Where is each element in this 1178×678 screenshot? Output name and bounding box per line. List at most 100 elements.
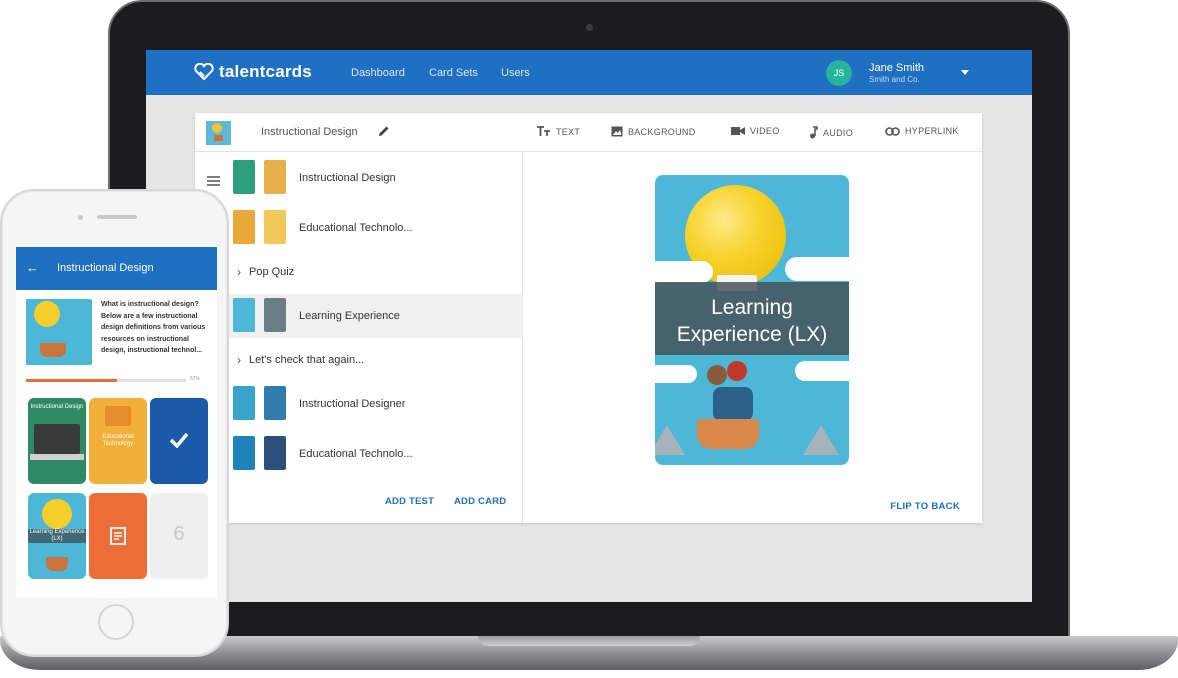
chevron-right-icon: › (237, 353, 241, 367)
app-header: talentcards Dashboard Card Sets Users JS… (146, 50, 1032, 95)
mountain-illustration (803, 425, 839, 455)
cloud-illustration (785, 257, 849, 281)
chevron-down-icon[interactable] (961, 70, 969, 75)
card-thumbnails (231, 436, 289, 472)
add-test-button[interactable]: ADD TEST (385, 496, 434, 507)
tile-label: Instructional Design (30, 404, 84, 410)
hyperlink-tool[interactable]: HYPERLINK (885, 126, 959, 136)
brand-logo[interactable]: talentcards (194, 62, 312, 82)
laptop-keyboard-illustration (30, 454, 84, 460)
list-item[interactable]: Instructional Design (229, 156, 523, 200)
person-illustration (707, 365, 727, 385)
document-icon (110, 527, 126, 545)
tile-number: 6 (173, 523, 185, 545)
phone-speaker (97, 215, 137, 219)
card-preview[interactable]: Learning Experience (LX) (655, 175, 849, 465)
phone-frame: ← Instructional Design What is instructi… (0, 189, 229, 657)
card-thumbnails (231, 210, 289, 246)
nav-users[interactable]: Users (501, 67, 530, 79)
music-note-icon (810, 126, 818, 139)
card-preview-pane: Learning Experience (LX) FLIP TO BACK (524, 153, 982, 523)
card-thumbnails (231, 386, 289, 422)
nav-dashboard[interactable]: Dashboard (351, 67, 405, 79)
audio-tool-label: AUDIO (823, 127, 854, 138)
video-tool[interactable]: VIDEO (731, 126, 780, 136)
progress-label: 57% (190, 376, 201, 382)
editor-toolbar: Instructional Design TEXT BACKGROUND VID… (195, 113, 982, 152)
card-title: Learning Experience (LX) (655, 294, 849, 348)
user-name[interactable]: Jane Smith (869, 62, 924, 74)
laptop-notch (478, 636, 700, 646)
text-tool[interactable]: TEXT (536, 126, 580, 137)
laptop-camera (586, 24, 593, 31)
video-tool-label: VIDEO (750, 126, 780, 136)
user-org: Smith and Co. (869, 75, 920, 84)
person-illustration (727, 361, 747, 381)
laptop-screen: talentcards Dashboard Card Sets Users JS… (146, 50, 1032, 602)
list-item[interactable]: Learning Experience (229, 294, 523, 338)
list-item[interactable]: Instructional Designer (229, 382, 523, 426)
phone-camera (78, 215, 83, 220)
set-cover-image (26, 299, 92, 365)
basket-illustration (46, 557, 68, 571)
list-section[interactable]: › Pop Quiz (229, 257, 523, 287)
laptop-illustration (34, 424, 80, 454)
back-arrow-icon[interactable]: ← (26, 260, 39, 275)
list-section[interactable]: › Let's check that again... (229, 345, 523, 375)
home-button[interactable] (98, 604, 134, 640)
image-icon (611, 126, 623, 137)
list-item-label: Educational Technolo... (299, 448, 413, 460)
cloud-illustration (655, 261, 713, 283)
background-tool-label: BACKGROUND (628, 126, 696, 137)
card-thumbnails (231, 160, 289, 196)
list-item-label: Educational Technolo... (299, 222, 413, 234)
section-label: Let's check that again... (249, 354, 365, 366)
card-tile[interactable]: Educational Technology (89, 398, 147, 484)
tile-label: Learning Experience (LX) (28, 529, 86, 543)
cloud-illustration (795, 361, 849, 381)
card-tile-completed[interactable] (150, 398, 208, 484)
nav-card-sets[interactable]: Card Sets (429, 67, 478, 79)
card-tile[interactable] (89, 493, 147, 579)
list-item[interactable]: Educational Technolo... (229, 432, 523, 476)
card-tile[interactable]: Instructional Design (28, 398, 86, 484)
background-tool[interactable]: BACKGROUND (611, 126, 696, 137)
pencil-icon[interactable] (377, 124, 391, 143)
text-tool-label: TEXT (556, 126, 581, 137)
screen-illustration (105, 406, 131, 426)
add-card-button[interactable]: ADD CARD (454, 496, 506, 507)
card-tile[interactable]: Learning Experience (LX) (28, 493, 86, 579)
phone-header: ← Instructional Design (16, 247, 217, 290)
list-item-label: Learning Experience (299, 310, 400, 322)
cloud-illustration (655, 365, 697, 383)
card-tile-locked[interactable]: 6 (150, 493, 208, 579)
card-title-line-2: Experience (LX) (676, 323, 828, 346)
set-description: What is instructional design? Below are … (101, 301, 206, 354)
brand-name: talentcards (219, 62, 312, 81)
lightbulb-illustration (42, 499, 72, 529)
phone-title: Instructional Design (57, 262, 154, 274)
list-item[interactable]: Educational Technolo... (229, 206, 523, 250)
card-thumbnails (231, 298, 289, 334)
mountain-illustration (655, 425, 685, 455)
passengers-illustration (713, 387, 753, 421)
link-icon (885, 126, 900, 136)
set-thumbnail (206, 121, 231, 145)
list-item-label: Instructional Design (299, 172, 396, 184)
card-title-line-1: Learning (711, 296, 793, 319)
card-list-pane: Instructional Design Educational Technol… (195, 153, 523, 523)
hyperlink-tool-label: HYPERLINK (905, 126, 959, 136)
menu-icon[interactable] (207, 173, 220, 191)
list-item-label: Instructional Designer (299, 398, 406, 410)
set-title: Instructional Design (261, 126, 358, 138)
audio-tool[interactable]: AUDIO (809, 126, 853, 139)
heart-logo-icon (194, 63, 214, 81)
tile-label: Educational Technology (102, 434, 134, 447)
video-camera-icon (731, 127, 745, 135)
avatar[interactable]: JS (826, 60, 852, 86)
chevron-right-icon: › (237, 265, 241, 279)
progress-bar (26, 379, 186, 382)
section-label: Pop Quiz (249, 266, 295, 278)
phone-screen: ← Instructional Design What is instructi… (16, 247, 217, 598)
flip-to-back-button[interactable]: FLIP TO BACK (890, 501, 960, 512)
